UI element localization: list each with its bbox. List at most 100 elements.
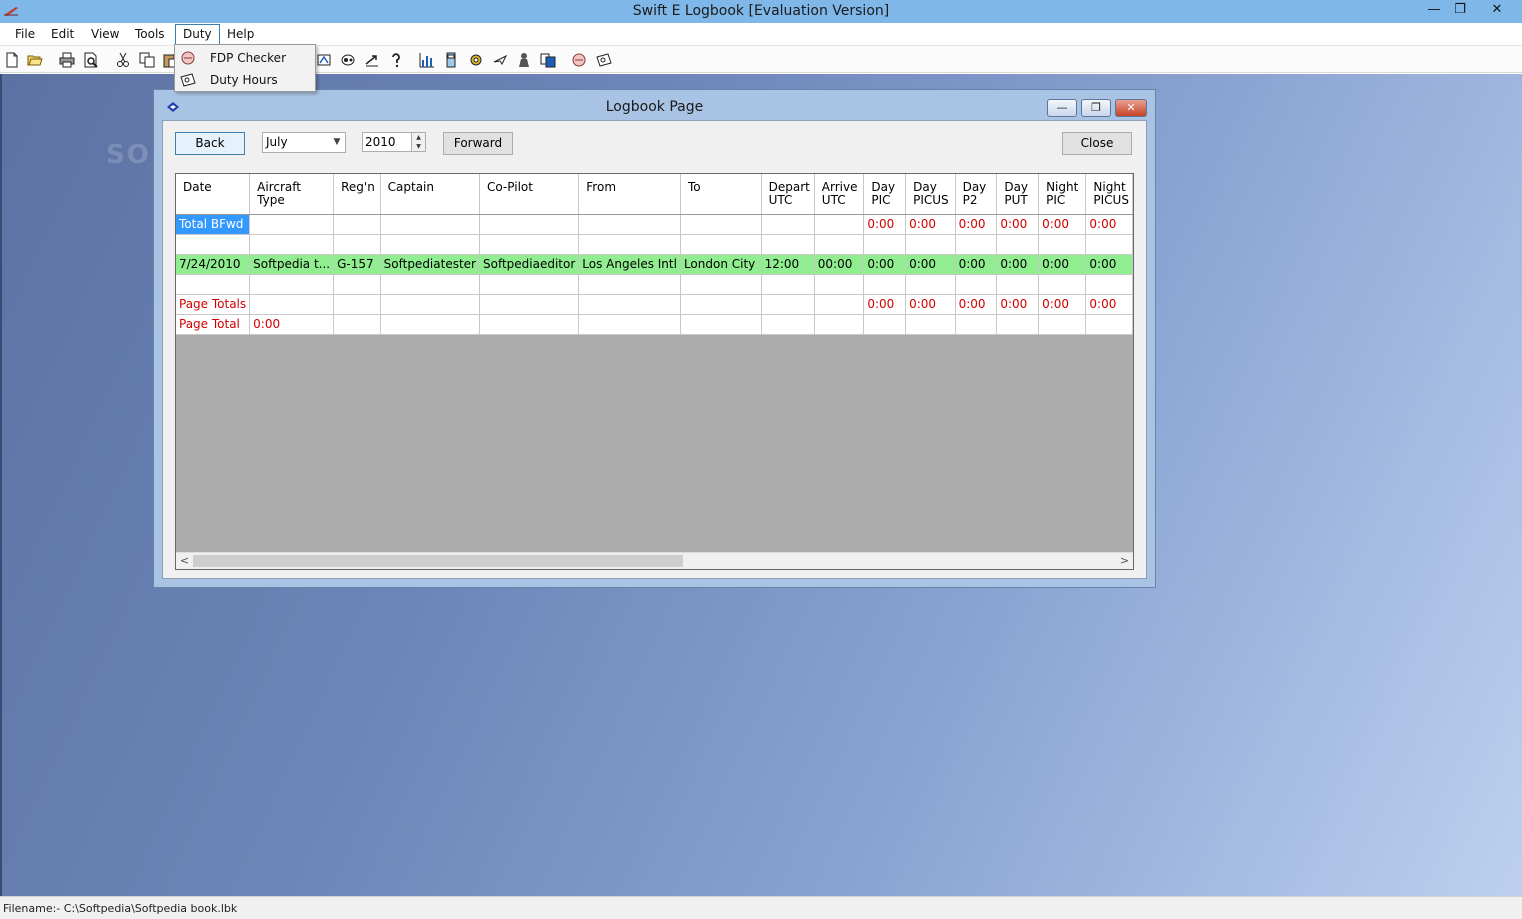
column-header[interactable]: Co-Pilot: [479, 174, 580, 215]
table-cell[interactable]: London City: [680, 254, 762, 275]
export-icon[interactable]: [364, 52, 380, 68]
column-header[interactable]: Aircraft Type: [249, 174, 335, 215]
column-header[interactable]: Night PIC: [1038, 174, 1087, 215]
column-header[interactable]: Day PIC: [863, 174, 907, 215]
menu-view[interactable]: View: [91, 27, 119, 41]
table-cell[interactable]: 0:00: [1038, 294, 1087, 315]
table-cell[interactable]: [380, 234, 480, 255]
column-header[interactable]: Date: [176, 174, 251, 215]
table-row[interactable]: Page Totals 0:00 0:00 0:00 0:00 0:00 0:00: [176, 294, 1133, 315]
chart-icon[interactable]: [419, 52, 435, 68]
close-button[interactable]: Close: [1062, 132, 1132, 155]
column-header[interactable]: Day PICUS: [905, 174, 956, 215]
table-cell[interactable]: [380, 214, 480, 235]
table-cell[interactable]: [863, 234, 907, 255]
table-cell[interactable]: Page Total: [176, 314, 251, 335]
table-cell[interactable]: [680, 294, 762, 315]
scroll-right-icon[interactable]: >: [1116, 553, 1133, 569]
table-cell[interactable]: [176, 234, 251, 255]
year-stepper[interactable]: 2010 ▲ ▼: [362, 132, 426, 152]
table-cell[interactable]: [1038, 234, 1087, 255]
column-header[interactable]: Captain: [380, 174, 480, 215]
column-header[interactable]: From: [578, 174, 681, 215]
fdp-checker-icon[interactable]: [571, 52, 587, 68]
duty-hours-icon[interactable]: [596, 52, 612, 68]
table-cell[interactable]: [479, 294, 580, 315]
table-cell[interactable]: 12:00: [761, 254, 815, 275]
table-cell[interactable]: 0:00: [1038, 254, 1087, 275]
column-header[interactable]: To: [680, 174, 762, 215]
menu-tools[interactable]: Tools: [135, 27, 165, 41]
column-header[interactable]: Reg'n: [333, 174, 381, 215]
table-cell[interactable]: 0:00: [905, 294, 956, 315]
horizontal-scrollbar[interactable]: < >: [176, 552, 1133, 569]
maximize-button[interactable]: ❐: [1447, 0, 1473, 22]
table-cell[interactable]: [905, 274, 956, 295]
table-cell[interactable]: [680, 214, 762, 235]
scrollbar-thumb[interactable]: [193, 555, 683, 567]
menu-duty[interactable]: Duty: [175, 24, 220, 44]
table-cell[interactable]: [955, 234, 998, 255]
table-cell[interactable]: [814, 274, 865, 295]
table-cell[interactable]: Softpediatester: [380, 254, 480, 275]
menu-edit[interactable]: Edit: [51, 27, 74, 41]
menu-file[interactable]: File: [15, 27, 35, 41]
table-cell[interactable]: [814, 294, 865, 315]
table-cell[interactable]: [333, 214, 381, 235]
flight-icon[interactable]: [492, 52, 508, 68]
forward-button[interactable]: Forward: [443, 132, 513, 155]
table-cell[interactable]: [479, 214, 580, 235]
help-icon[interactable]: [388, 52, 404, 68]
table-cell[interactable]: 7/24/2010: [176, 254, 251, 275]
table-cell[interactable]: [996, 234, 1040, 255]
table-cell[interactable]: [905, 234, 956, 255]
minimize-button[interactable]: —: [1421, 0, 1447, 22]
table-cell[interactable]: G-157: [333, 254, 381, 275]
settings-icon[interactable]: [468, 52, 484, 68]
scroll-left-icon[interactable]: <: [176, 553, 193, 569]
table-cell[interactable]: [1085, 274, 1133, 295]
table-cell[interactable]: [380, 274, 480, 295]
table-cell[interactable]: [1085, 314, 1133, 335]
table-cell[interactable]: 0:00: [905, 254, 956, 275]
table-cell[interactable]: [333, 294, 381, 315]
column-header[interactable]: Arrive UTC: [814, 174, 865, 215]
table-cell[interactable]: [680, 274, 762, 295]
table-cell[interactable]: Softpediaeditor: [479, 254, 580, 275]
table-cell[interactable]: 0:00: [996, 254, 1040, 275]
table-cell[interactable]: [761, 214, 815, 235]
menu-item-duty-hours[interactable]: Duty Hours: [175, 69, 315, 91]
menu-help[interactable]: Help: [227, 27, 254, 41]
column-header[interactable]: Day PUT: [996, 174, 1040, 215]
table-cell[interactable]: Page Totals: [176, 294, 251, 315]
table-cell[interactable]: 0:00: [1038, 214, 1087, 235]
table-cell[interactable]: [333, 234, 381, 255]
column-header[interactable]: Depart UTC: [761, 174, 815, 215]
table-cell[interactable]: 0:00: [863, 254, 907, 275]
print-preview-icon[interactable]: [83, 52, 99, 68]
logbook-restore-button[interactable]: ❐: [1081, 99, 1111, 117]
table-cell[interactable]: [249, 214, 335, 235]
table-cell[interactable]: [1038, 274, 1087, 295]
aircraft-icon[interactable]: [316, 52, 332, 68]
table-cell[interactable]: [680, 234, 762, 255]
table-cell[interactable]: [249, 234, 335, 255]
table-cell[interactable]: [761, 314, 815, 335]
table-cell[interactable]: 0:00: [905, 214, 956, 235]
back-button[interactable]: Back: [175, 132, 245, 155]
table-cell[interactable]: [761, 294, 815, 315]
table-cell[interactable]: Los Angeles Intl: [578, 254, 681, 275]
table-cell[interactable]: [905, 314, 956, 335]
print-icon[interactable]: [59, 52, 75, 68]
table-cell[interactable]: [380, 294, 480, 315]
table-cell[interactable]: [578, 274, 681, 295]
month-select[interactable]: July ▼: [262, 132, 346, 153]
table-row[interactable]: [176, 274, 1133, 295]
table-row[interactable]: 7/24/2010 Softpedia t... G-157 Softpediates…: [176, 254, 1133, 275]
table-cell[interactable]: 0:00: [1085, 214, 1133, 235]
table-cell[interactable]: [863, 274, 907, 295]
table-cell[interactable]: 0:00: [955, 294, 998, 315]
table-row[interactable]: Total BFwd 0:00 0:00 0:00 0:00 0:00 0:00: [176, 214, 1133, 235]
table-cell[interactable]: [814, 314, 865, 335]
table-cell[interactable]: [333, 314, 381, 335]
